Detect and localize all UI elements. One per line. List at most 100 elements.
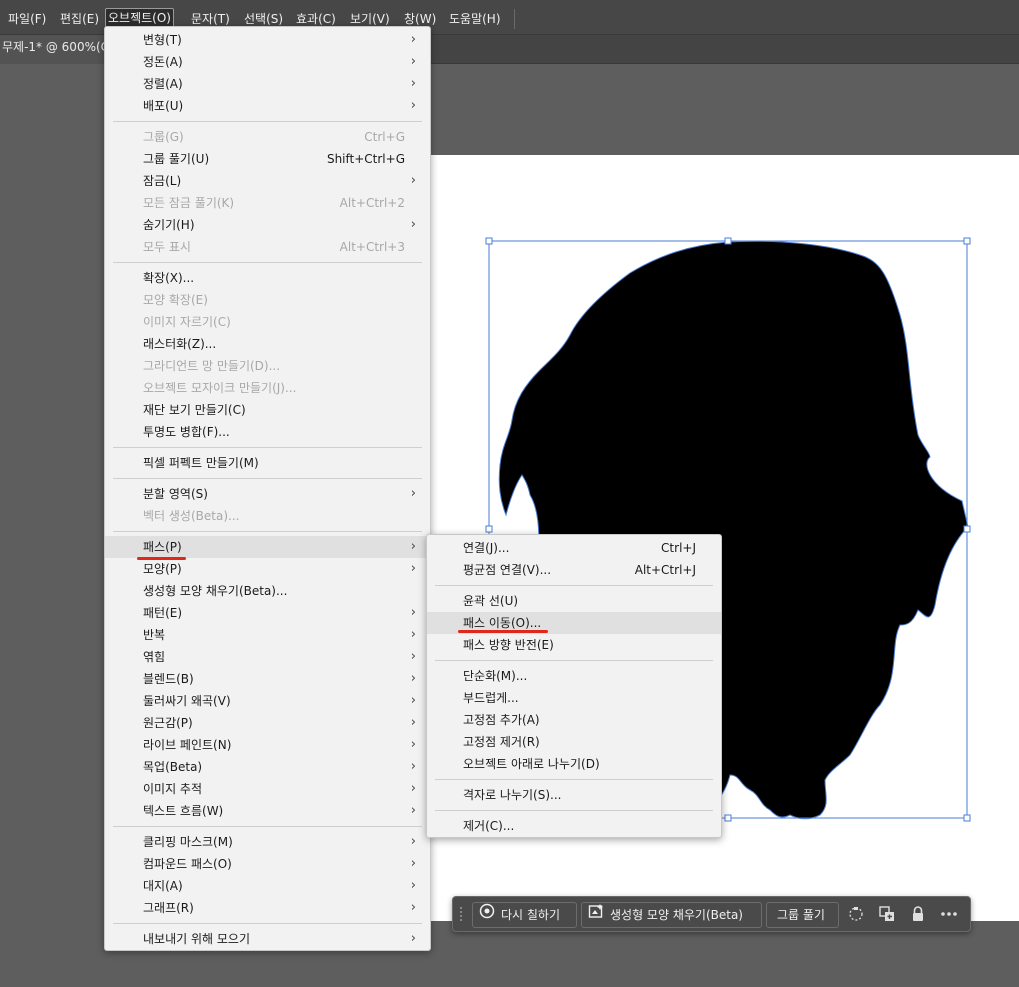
menu-item-라이브-페인트[interactable]: 라이브 페인트(N) › <box>105 734 430 756</box>
menu-item-재단-보기-만들기[interactable]: 재단 보기 만들기(C) <box>105 399 430 421</box>
menu-item-label: 패스(P) <box>143 540 182 554</box>
menu-item-목업[interactable]: 목업(Beta) › <box>105 756 430 778</box>
menu-item-래스터화[interactable]: 래스터화(Z)... <box>105 333 430 355</box>
menu-item-정렬[interactable]: 정렬(A) › <box>105 73 430 95</box>
generative-fill-label: 생성형 모양 채우기(Beta) <box>610 908 743 922</box>
recolor-icon <box>479 903 495 927</box>
menu-separator <box>435 779 713 780</box>
menu-item-shortcut: Shift+Ctrl+G <box>326 152 405 166</box>
duplicate-icon[interactable] <box>877 905 897 925</box>
menu-item-오브젝트-모자이크-만들기[interactable]: 오브젝트 모자이크 만들기(J)... <box>105 377 430 399</box>
selection-handle[interactable] <box>724 814 732 822</box>
menu-item-label: 모두 표시 <box>143 240 191 254</box>
menu-file[interactable]: 파일(F) <box>6 9 48 29</box>
chevron-right-icon: › <box>410 671 416 686</box>
menu-item-둘러싸기-왜곡[interactable]: 둘러싸기 왜곡(V) › <box>105 690 430 712</box>
menu-item-텍스트-흐름[interactable]: 텍스트 흐름(W) › <box>105 800 430 822</box>
ungroup-button[interactable]: 그룹 풀기 <box>766 902 839 928</box>
menu-item-패스[interactable]: 패스(P) › <box>105 536 430 558</box>
menu-item-그룹-풀기[interactable]: 그룹 풀기(U) Shift+Ctrl+G <box>105 148 430 170</box>
selection-handle[interactable] <box>963 237 971 245</box>
recolor-button[interactable]: 다시 칠하기 <box>472 902 577 928</box>
menu-item-패턴[interactable]: 패턴(E) › <box>105 602 430 624</box>
menu-item-엮힘[interactable]: 엮힘 › <box>105 646 430 668</box>
menu-item-원근감[interactable]: 원근감(P) › <box>105 712 430 734</box>
menu-item-그룹[interactable]: 그룹(G) Ctrl+G <box>105 126 430 148</box>
menu-item-투명도-병합[interactable]: 투명도 병합(F)... <box>105 421 430 443</box>
menu-separator <box>435 660 713 661</box>
menu-item-연결[interactable]: 연결(J)... Ctrl+J <box>427 537 721 559</box>
menu-item-고정점-추가[interactable]: 고정점 추가(A) <box>427 709 721 731</box>
menu-item-label: 변형(T) <box>143 33 182 47</box>
menu-item-변형[interactable]: 변형(T) › <box>105 29 430 51</box>
menu-item-확장[interactable]: 확장(X)... <box>105 267 430 289</box>
menu-item-고정점-제거[interactable]: 고정점 제거(R) <box>427 731 721 753</box>
menu-item-블렌드[interactable]: 블렌드(B) › <box>105 668 430 690</box>
menu-item-이미지-추적[interactable]: 이미지 추적 › <box>105 778 430 800</box>
menu-item-클리핑-마스크[interactable]: 클리핑 마스크(M) › <box>105 831 430 853</box>
menu-item-부드럽게[interactable]: 부드럽게... <box>427 687 721 709</box>
menu-item-모양-확장[interactable]: 모양 확장(E) <box>105 289 430 311</box>
menu-item-label: 패스 이동(O)... <box>463 616 542 630</box>
menu-item-컴파운드-패스[interactable]: 컴파운드 패스(O) › <box>105 853 430 875</box>
menu-item-단순화[interactable]: 단순화(M)... <box>427 665 721 687</box>
menu-item-label: 모양(P) <box>143 562 182 576</box>
menu-item-label: 래스터화(Z)... <box>143 337 217 351</box>
selection-handle[interactable] <box>963 525 971 533</box>
menu-item-픽셀-퍼펙트-만들기[interactable]: 픽셀 퍼펙트 만들기(M) <box>105 452 430 474</box>
menu-item-모두-표시[interactable]: 모두 표시 Alt+Ctrl+3 <box>105 236 430 258</box>
menu-item-label: 재단 보기 만들기(C) <box>143 403 246 417</box>
menu-item-벡터-생성[interactable]: 벡터 생성(Beta)... <box>105 505 430 527</box>
chevron-right-icon: › <box>410 561 416 576</box>
menu-edit[interactable]: 편집(E) <box>58 9 101 29</box>
lock-icon[interactable] <box>908 905 928 925</box>
document-tab[interactable]: 무제-1* @ 600%(C <box>0 35 120 64</box>
menu-item-그래프[interactable]: 그래프(R) › <box>105 897 430 919</box>
menu-item-모양[interactable]: 모양(P) › <box>105 558 430 580</box>
more-icon[interactable] <box>939 905 959 925</box>
menu-item-shortcut: Alt+Ctrl+3 <box>339 240 405 254</box>
chevron-right-icon: › <box>410 878 416 893</box>
menu-help[interactable]: 도움말(H) <box>447 9 503 29</box>
menu-item-격자로-나누기[interactable]: 격자로 나누기(S)... <box>427 784 721 806</box>
menu-item-label: 오브젝트 모자이크 만들기(J)... <box>143 381 297 395</box>
selection-handle[interactable] <box>485 525 493 533</box>
generative-shape-fill-button[interactable]: 생성형 모양 채우기(Beta) <box>581 902 762 928</box>
menu-item-label: 배포(U) <box>143 99 184 113</box>
chevron-right-icon: › <box>410 32 416 47</box>
menu-item-제거[interactable]: 제거(C)... <box>427 815 721 837</box>
menu-item-label: 텍스트 흐름(W) <box>143 804 224 818</box>
menu-item-잠금[interactable]: 잠금(L) › <box>105 170 430 192</box>
menu-item-분할-영역[interactable]: 분할 영역(S) › <box>105 483 430 505</box>
menu-item-평균점-연결[interactable]: 평균점 연결(V)... Alt+Ctrl+J <box>427 559 721 581</box>
menu-separator <box>113 826 422 827</box>
menu-item-숨기기[interactable]: 숨기기(H) › <box>105 214 430 236</box>
menu-item-윤곽-선[interactable]: 윤곽 선(U) <box>427 590 721 612</box>
menu-item-오브젝트-아래로-나누기[interactable]: 오브젝트 아래로 나누기(D) <box>427 753 721 775</box>
selection-handle[interactable] <box>963 814 971 822</box>
menu-item-label: 대지(A) <box>143 879 183 893</box>
selection-handle[interactable] <box>724 237 732 245</box>
menu-object[interactable]: 오브젝트(O) <box>105 8 174 28</box>
grip-handle-icon[interactable] <box>459 906 463 924</box>
menu-item-정돈[interactable]: 정돈(A) › <box>105 51 430 73</box>
chevron-right-icon: › <box>410 649 416 664</box>
menu-item-모든-잠금-풀기[interactable]: 모든 잠금 풀기(K) Alt+Ctrl+2 <box>105 192 430 214</box>
menu-item-내보내기-위해-모으기[interactable]: 내보내기 위해 모으기 › <box>105 928 430 950</box>
menu-item-배포[interactable]: 배포(U) › <box>105 95 430 117</box>
menu-separator <box>435 810 713 811</box>
transform-icon[interactable] <box>846 905 866 925</box>
chevron-right-icon: › <box>410 173 416 188</box>
menu-item-그라디언트-망-만들기[interactable]: 그라디언트 망 만들기(D)... <box>105 355 430 377</box>
menu-separator <box>435 585 713 586</box>
chevron-right-icon: › <box>410 54 416 69</box>
menu-item-이미지-자르기[interactable]: 이미지 자르기(C) <box>105 311 430 333</box>
selection-handle[interactable] <box>485 237 493 245</box>
menu-item-반복[interactable]: 반복 › <box>105 624 430 646</box>
menu-item-label: 이미지 추적 <box>143 782 203 796</box>
menu-item-패스-방향-반전[interactable]: 패스 방향 반전(E) <box>427 634 721 656</box>
highlight-underline <box>458 630 548 633</box>
menu-item-대지[interactable]: 대지(A) › <box>105 875 430 897</box>
menu-item-생성형-모양-채우기[interactable]: 생성형 모양 채우기(Beta)... <box>105 580 430 602</box>
chevron-right-icon: › <box>410 486 416 501</box>
